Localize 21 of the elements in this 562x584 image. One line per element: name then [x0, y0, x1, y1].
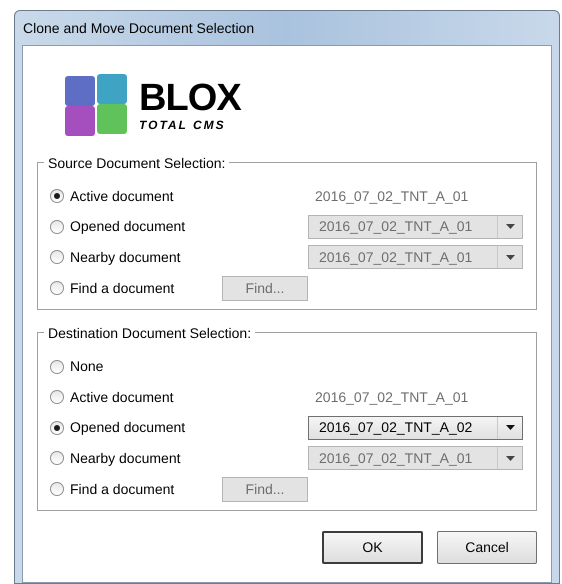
document-dropdown[interactable]: 2016_07_02_TNT_A_02 — [308, 416, 523, 440]
radio-button[interactable] — [50, 360, 64, 374]
logo-tagline: TOTAL CMS — [139, 119, 227, 131]
document-name: 2016_07_02_TNT_A_01 — [314, 186, 470, 206]
radio-option[interactable]: None — [50, 356, 209, 378]
caret-icon — [506, 224, 514, 230]
caret-icon — [506, 425, 514, 430]
caret-icon — [506, 254, 514, 260]
window-title: Clone and Move Document Selection — [23, 18, 254, 38]
ok-button[interactable]: OK — [322, 531, 423, 564]
logo-text: BLOX — [139, 79, 241, 117]
radio-button[interactable] — [50, 420, 64, 435]
radio-option[interactable]: Active document — [50, 186, 209, 207]
cancel-button[interactable]: Cancel — [437, 531, 537, 564]
radio-option[interactable]: Opened document — [50, 417, 209, 438]
radio-button[interactable] — [50, 189, 64, 204]
document-name: 2016_07_02_TNT_A_01 — [314, 388, 470, 407]
radio-button[interactable] — [50, 390, 64, 404]
radio-option[interactable]: Active document — [50, 386, 209, 408]
caret-icon — [506, 456, 514, 461]
cubes-logo-icon — [63, 72, 129, 138]
